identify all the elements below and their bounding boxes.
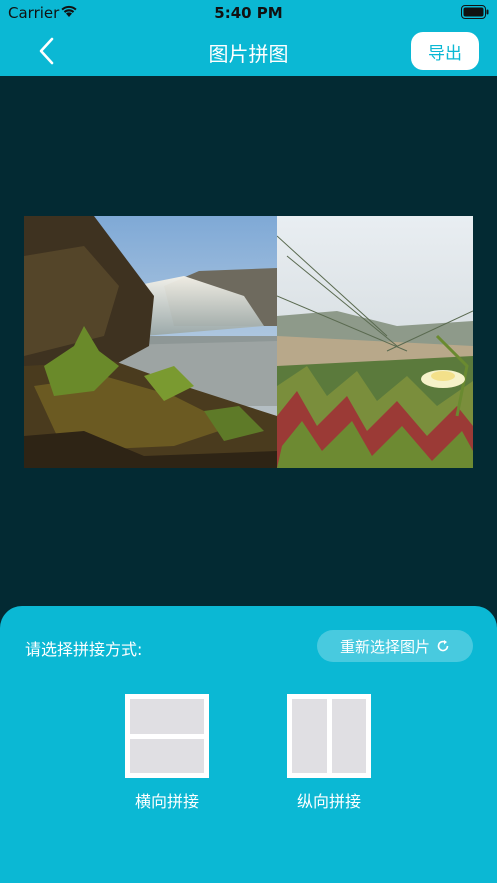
layout-cell — [292, 699, 327, 773]
vertical-stitch-icon — [287, 694, 371, 778]
vertical-stitch-label: 纵向拼接 — [296, 792, 361, 811]
layout-cell — [130, 699, 204, 734]
waterfall-photo — [24, 216, 277, 468]
horizontal-stitch-icon — [125, 694, 209, 778]
refresh-icon — [437, 640, 449, 652]
battery-icon — [461, 5, 489, 19]
choose-layout-label: 请选择拼接方式: — [25, 640, 143, 659]
collage-preview — [24, 216, 473, 468]
flower-photo — [277, 216, 473, 468]
export-button[interactable]: 导出 — [411, 32, 479, 70]
clock: 5:40 PM — [214, 4, 283, 22]
layout-cell — [331, 699, 366, 773]
reselect-label: 重新选择图片 — [339, 638, 430, 656]
horizontal-stitch-option[interactable]: 横向拼接 — [117, 694, 217, 812]
nav-bar: 图片拼图 导出 — [0, 26, 497, 76]
reselect-images-button[interactable]: 重新选择图片 — [317, 630, 473, 662]
layout-panel: 请选择拼接方式: 重新选择图片 横向拼接 纵向拼接 — [0, 606, 497, 883]
vertical-stitch-option[interactable]: 纵向拼接 — [279, 694, 379, 812]
layout-cell — [130, 738, 204, 773]
horizontal-stitch-label: 横向拼接 — [134, 792, 199, 811]
preview-canvas — [0, 76, 497, 636]
status-bar: Carrier 5:40 PM — [0, 0, 497, 26]
